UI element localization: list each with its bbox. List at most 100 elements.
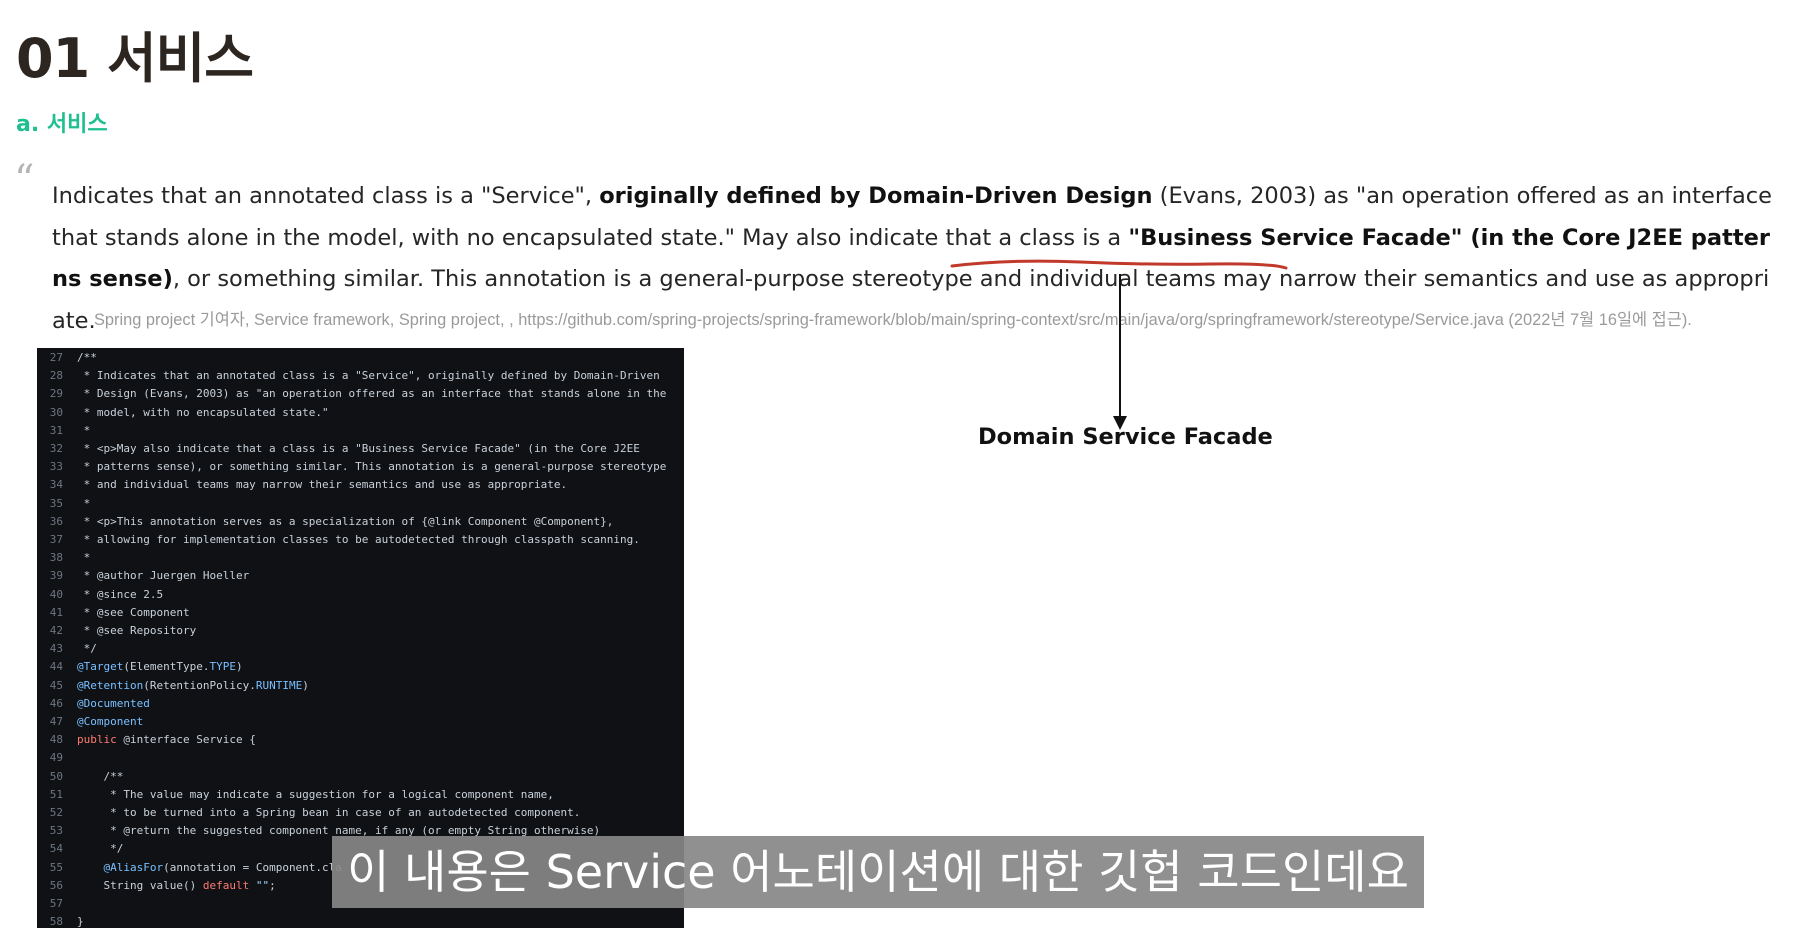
code-line: 38 * xyxy=(37,549,91,567)
code-line: 44 @Target(ElementType.TYPE) xyxy=(37,658,243,676)
code-line: 52 * to be turned into a Spring bean in … xyxy=(37,804,581,822)
line-number: 47 xyxy=(49,715,63,728)
line-number: 52 xyxy=(49,806,63,819)
line-number: 33 xyxy=(49,460,63,474)
citation: Spring project 기여자, Service framework, S… xyxy=(94,311,1692,329)
code-text: * xyxy=(77,496,91,510)
code-text: * <p>May also indicate that a class is a… xyxy=(77,442,640,455)
line-number: 32 xyxy=(49,442,63,455)
code-line: 28 * Indicates that an annotated class i… xyxy=(37,367,660,385)
code-line: 30 * model, with no encapsulated state." xyxy=(37,404,329,422)
code-line: 50 /** xyxy=(37,768,124,786)
code-line: 42 * @see Repository xyxy=(37,622,196,640)
code-annotation: @Documented xyxy=(77,696,150,710)
code-string: "" xyxy=(249,878,270,892)
line-number: 28 xyxy=(49,369,63,383)
section-subtitle: a. 서비스 xyxy=(16,112,108,137)
line-number: 40 xyxy=(49,587,63,601)
code-line: 31 * xyxy=(37,422,91,440)
code-text: (ElementType. xyxy=(123,660,210,674)
code-text: * @see Repository xyxy=(77,624,197,637)
code-text: */ xyxy=(77,842,124,856)
code-text: @interface Service { xyxy=(116,733,256,747)
down-arrow-icon xyxy=(1113,274,1127,430)
code-line: 45 @Retention(RetentionPolicy.RUNTIME) xyxy=(37,677,309,695)
code-text: (RetentionPolicy. xyxy=(143,678,256,692)
code-text: ) xyxy=(235,660,243,674)
code-text: * Indicates that an annotated class is a… xyxy=(77,369,660,383)
line-number: 49 xyxy=(49,751,63,765)
code-constant: RUNTIME xyxy=(255,678,303,692)
code-line: 43 */ xyxy=(37,640,97,658)
code-text: * The value may indicate a suggestion fo… xyxy=(77,787,554,801)
line-number: 45 xyxy=(49,678,63,692)
line-number: 54 xyxy=(49,842,63,856)
code-text: String value() xyxy=(103,878,203,892)
code-text: * Design (Evans, 2003) as "an operation … xyxy=(77,387,667,401)
code-text: } xyxy=(77,915,84,928)
page-title: 01 서비스 xyxy=(16,27,254,90)
code-text: * allowing for implementation classes to… xyxy=(77,533,640,546)
code-line: 34 * and individual teams may narrow the… xyxy=(37,476,567,494)
line-number: 27 xyxy=(49,351,63,364)
code-line: 36 * <p>This annotation serves as a spec… xyxy=(37,513,614,531)
code-line: 46 @Documented xyxy=(37,695,150,713)
code-text: * and individual teams may narrow their … xyxy=(77,478,568,492)
code-text: * @author Juergen Hoeller xyxy=(77,569,250,583)
line-number: 56 xyxy=(49,878,63,892)
code-line: 41 * @see Component xyxy=(37,604,190,622)
code-text: * xyxy=(77,423,91,437)
code-line: 51 * The value may indicate a suggestion… xyxy=(37,786,554,804)
line-number: 55 xyxy=(49,860,63,874)
code-line: 40 * @since 2.5 xyxy=(37,586,163,604)
line-number: 42 xyxy=(49,624,63,637)
code-line: 48 public @interface Service { xyxy=(37,731,256,749)
code-line: 39 * @author Juergen Hoeller xyxy=(37,567,249,585)
code-text: * patterns sense), or something similar.… xyxy=(77,460,667,474)
line-number: 44 xyxy=(49,660,63,674)
line-number: 39 xyxy=(49,569,63,583)
code-text: * @since 2.5 xyxy=(77,587,164,601)
code-line: 54 */ xyxy=(37,840,124,858)
code-line: 35 * xyxy=(37,495,91,513)
line-number: 51 xyxy=(49,787,63,801)
code-text: * model, with no encapsulated state." xyxy=(77,405,329,419)
line-number: 41 xyxy=(49,605,63,619)
code-keyword: public xyxy=(77,733,117,747)
code-annotation: @AliasFor xyxy=(103,860,164,874)
code-text: * to be turned into a Spring bean in cas… xyxy=(77,806,581,819)
line-number: 36 xyxy=(49,514,63,528)
line-number: 46 xyxy=(49,696,63,710)
annotation-label: Domain Service Facade xyxy=(978,424,1273,450)
code-text: * @see Component xyxy=(77,605,190,619)
line-number: 43 xyxy=(49,642,63,656)
line-number: 31 xyxy=(49,423,63,437)
line-number: 30 xyxy=(49,405,63,419)
line-number: 38 xyxy=(49,551,63,565)
code-keyword: default xyxy=(202,878,250,892)
code-line: 32 * <p>May also indicate that a class i… xyxy=(37,440,640,458)
line-number: 57 xyxy=(49,897,63,910)
code-line: 37 * allowing for implementation classes… xyxy=(37,531,640,549)
code-line: 55 @AliasFor(annotation = Component.cla xyxy=(37,859,342,877)
code-annotation: @Target xyxy=(77,660,124,674)
code-line: 29 * Design (Evans, 2003) as "an operati… xyxy=(37,385,667,403)
code-text: ; xyxy=(269,878,276,892)
code-text: (annotation = Component.cla xyxy=(163,860,342,874)
quote-mark-icon: “ xyxy=(14,157,35,203)
line-number: 37 xyxy=(49,533,63,546)
code-text: /** xyxy=(77,769,124,783)
line-number: 29 xyxy=(49,387,63,401)
code-annotation: @Component xyxy=(77,715,144,728)
quote-part-1: Indicates that an annotated class is a "… xyxy=(52,183,600,209)
code-line: 27 /** xyxy=(37,349,97,367)
code-constant: TYPE xyxy=(209,660,236,674)
line-number: 48 xyxy=(49,733,63,747)
code-line: 49 xyxy=(37,749,77,767)
code-line: 58} xyxy=(37,913,84,928)
code-line: 47 @Component xyxy=(37,713,143,731)
code-line: 33 * patterns sense), or something simil… xyxy=(37,458,667,476)
quote-bold-1: originally defined by Domain-Driven Desi… xyxy=(599,183,1153,209)
